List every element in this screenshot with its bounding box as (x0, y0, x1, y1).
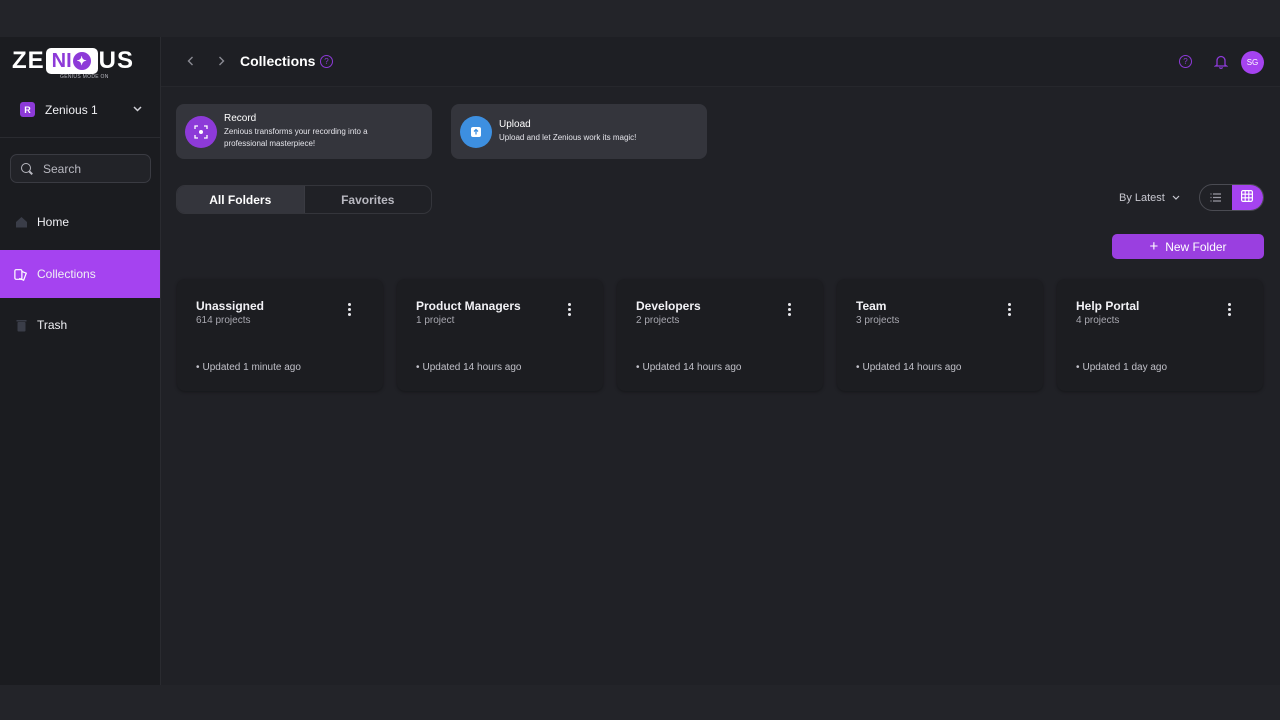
folder-tabs: All Folders Favorites (176, 185, 432, 214)
workspace-selector[interactable]: R Zenious 1 (12, 93, 150, 126)
sidebar-divider (0, 137, 160, 138)
view-toggle (1199, 184, 1264, 211)
folder-card[interactable]: Unassigned 614 projects Updated 1 minute… (177, 279, 383, 391)
sort-label: By Latest (1119, 191, 1165, 204)
sort-dropdown[interactable]: By Latest (1110, 185, 1193, 210)
trash-icon (14, 318, 28, 332)
chevron-down-icon (133, 104, 142, 115)
folder-name: Help Portal (1076, 299, 1140, 313)
folder-card[interactable]: Developers 2 projects Updated 14 hours a… (617, 279, 823, 391)
sidebar-item-label: Trash (37, 318, 68, 332)
list-view-button[interactable] (1200, 185, 1232, 210)
chevron-down-icon (1172, 193, 1180, 202)
more-options-icon[interactable] (788, 303, 791, 316)
sidebar-item-trash[interactable]: Trash (0, 301, 160, 349)
sidebar-item-label: Collections (37, 267, 96, 281)
folder-count: 1 project (416, 315, 455, 326)
top-header: Collections ? ? SG (161, 37, 1280, 87)
upload-title: Upload (499, 119, 531, 130)
logo-text-badge: NI (51, 49, 72, 72)
back-arrow-icon[interactable] (187, 54, 194, 69)
more-options-icon[interactable] (1008, 303, 1011, 316)
upload-description: Upload and let Zenious work its magic! (499, 133, 637, 142)
grid-icon (1241, 189, 1254, 207)
folder-updated: Updated 14 hours ago (636, 362, 742, 373)
logo-text-right: US (98, 47, 135, 74)
bell-icon[interactable] (1213, 54, 1229, 69)
new-folder-button[interactable]: + New Folder (1112, 234, 1264, 259)
workspace-icon: R (20, 102, 35, 117)
folder-card[interactable]: Product Managers 1 project Updated 14 ho… (397, 279, 603, 391)
grid-view-button[interactable] (1231, 185, 1263, 210)
record-description-line: Zenious transforms your recording into a (224, 127, 368, 136)
record-description: Zenious transforms your recording into a… (224, 126, 368, 150)
list-icon (1210, 189, 1222, 207)
folder-card[interactable]: Help Portal 4 projects Updated 1 day ago (1057, 279, 1263, 391)
record-description-line: professional masterpiece! (224, 139, 316, 148)
sparkle-icon: ✦ (72, 52, 91, 70)
more-options-icon[interactable] (1228, 303, 1231, 316)
collections-icon (14, 267, 28, 281)
sidebar-item-collections[interactable]: Collections (0, 250, 160, 298)
folder-name: Unassigned (196, 299, 265, 313)
folder-count: 4 projects (1076, 315, 1120, 326)
tab-favorites[interactable]: Favorites (305, 186, 432, 213)
record-icon (185, 115, 217, 148)
logo-tagline: GENIUS MODE ON (60, 74, 109, 80)
forward-arrow-icon[interactable] (218, 54, 225, 69)
sidebar-item-home[interactable]: Home (0, 198, 160, 246)
folder-name: Developers (636, 299, 701, 313)
logo[interactable]: ZE NI ✦ US GENIUS MODE ON (12, 47, 154, 81)
workspace-name: Zenious 1 (45, 102, 98, 117)
logo-text-left: ZE (12, 47, 45, 74)
more-options-icon[interactable] (568, 303, 571, 316)
logo-badge: NI ✦ (45, 48, 98, 74)
folder-name: Product Managers (416, 299, 521, 313)
plus-icon: + (1149, 238, 1159, 255)
logo-wordmark: ZE NI ✦ US (12, 47, 135, 74)
folder-updated: Updated 1 minute ago (196, 362, 301, 373)
folder-updated: Updated 1 day ago (1076, 362, 1168, 373)
folder-updated: Updated 14 hours ago (856, 362, 962, 373)
upload-card[interactable]: Upload Upload and let Zenious work its m… (451, 104, 707, 159)
tab-all-folders[interactable]: All Folders (177, 186, 305, 213)
folder-updated: Updated 14 hours ago (416, 362, 522, 373)
help-center-icon[interactable]: ? (1179, 55, 1192, 68)
bottom-letterbox (0, 685, 1280, 720)
search-input[interactable] (43, 161, 138, 176)
folder-count: 614 projects (196, 315, 251, 326)
folder-name: Team (856, 299, 887, 313)
folder-grid: Unassigned 614 projects Updated 1 minute… (177, 279, 1267, 391)
search-box[interactable] (10, 154, 151, 183)
record-title: Record (224, 113, 257, 124)
sidebar: ZE NI ✦ US GENIUS MODE ON R Zenious 1 Se… (0, 37, 161, 685)
record-card[interactable]: Record Zenious transforms your recording… (176, 104, 432, 159)
folder-count: 3 projects (856, 315, 900, 326)
folder-card[interactable]: Team 3 projects Updated 14 hours ago (837, 279, 1043, 391)
avatar[interactable]: SG (1241, 51, 1264, 74)
more-options-icon[interactable] (348, 303, 351, 316)
app-window: ZE NI ✦ US GENIUS MODE ON R Zenious 1 Se… (0, 37, 1280, 685)
folder-count: 2 projects (636, 315, 680, 326)
page-title: Collections (240, 53, 316, 69)
upload-icon (460, 115, 492, 148)
home-icon (14, 215, 28, 229)
search-icon (21, 162, 33, 175)
sidebar-item-label: Home (37, 215, 70, 229)
new-folder-label: New Folder (1165, 239, 1227, 254)
help-icon[interactable]: ? (320, 55, 333, 68)
top-letterbox (0, 0, 1280, 37)
